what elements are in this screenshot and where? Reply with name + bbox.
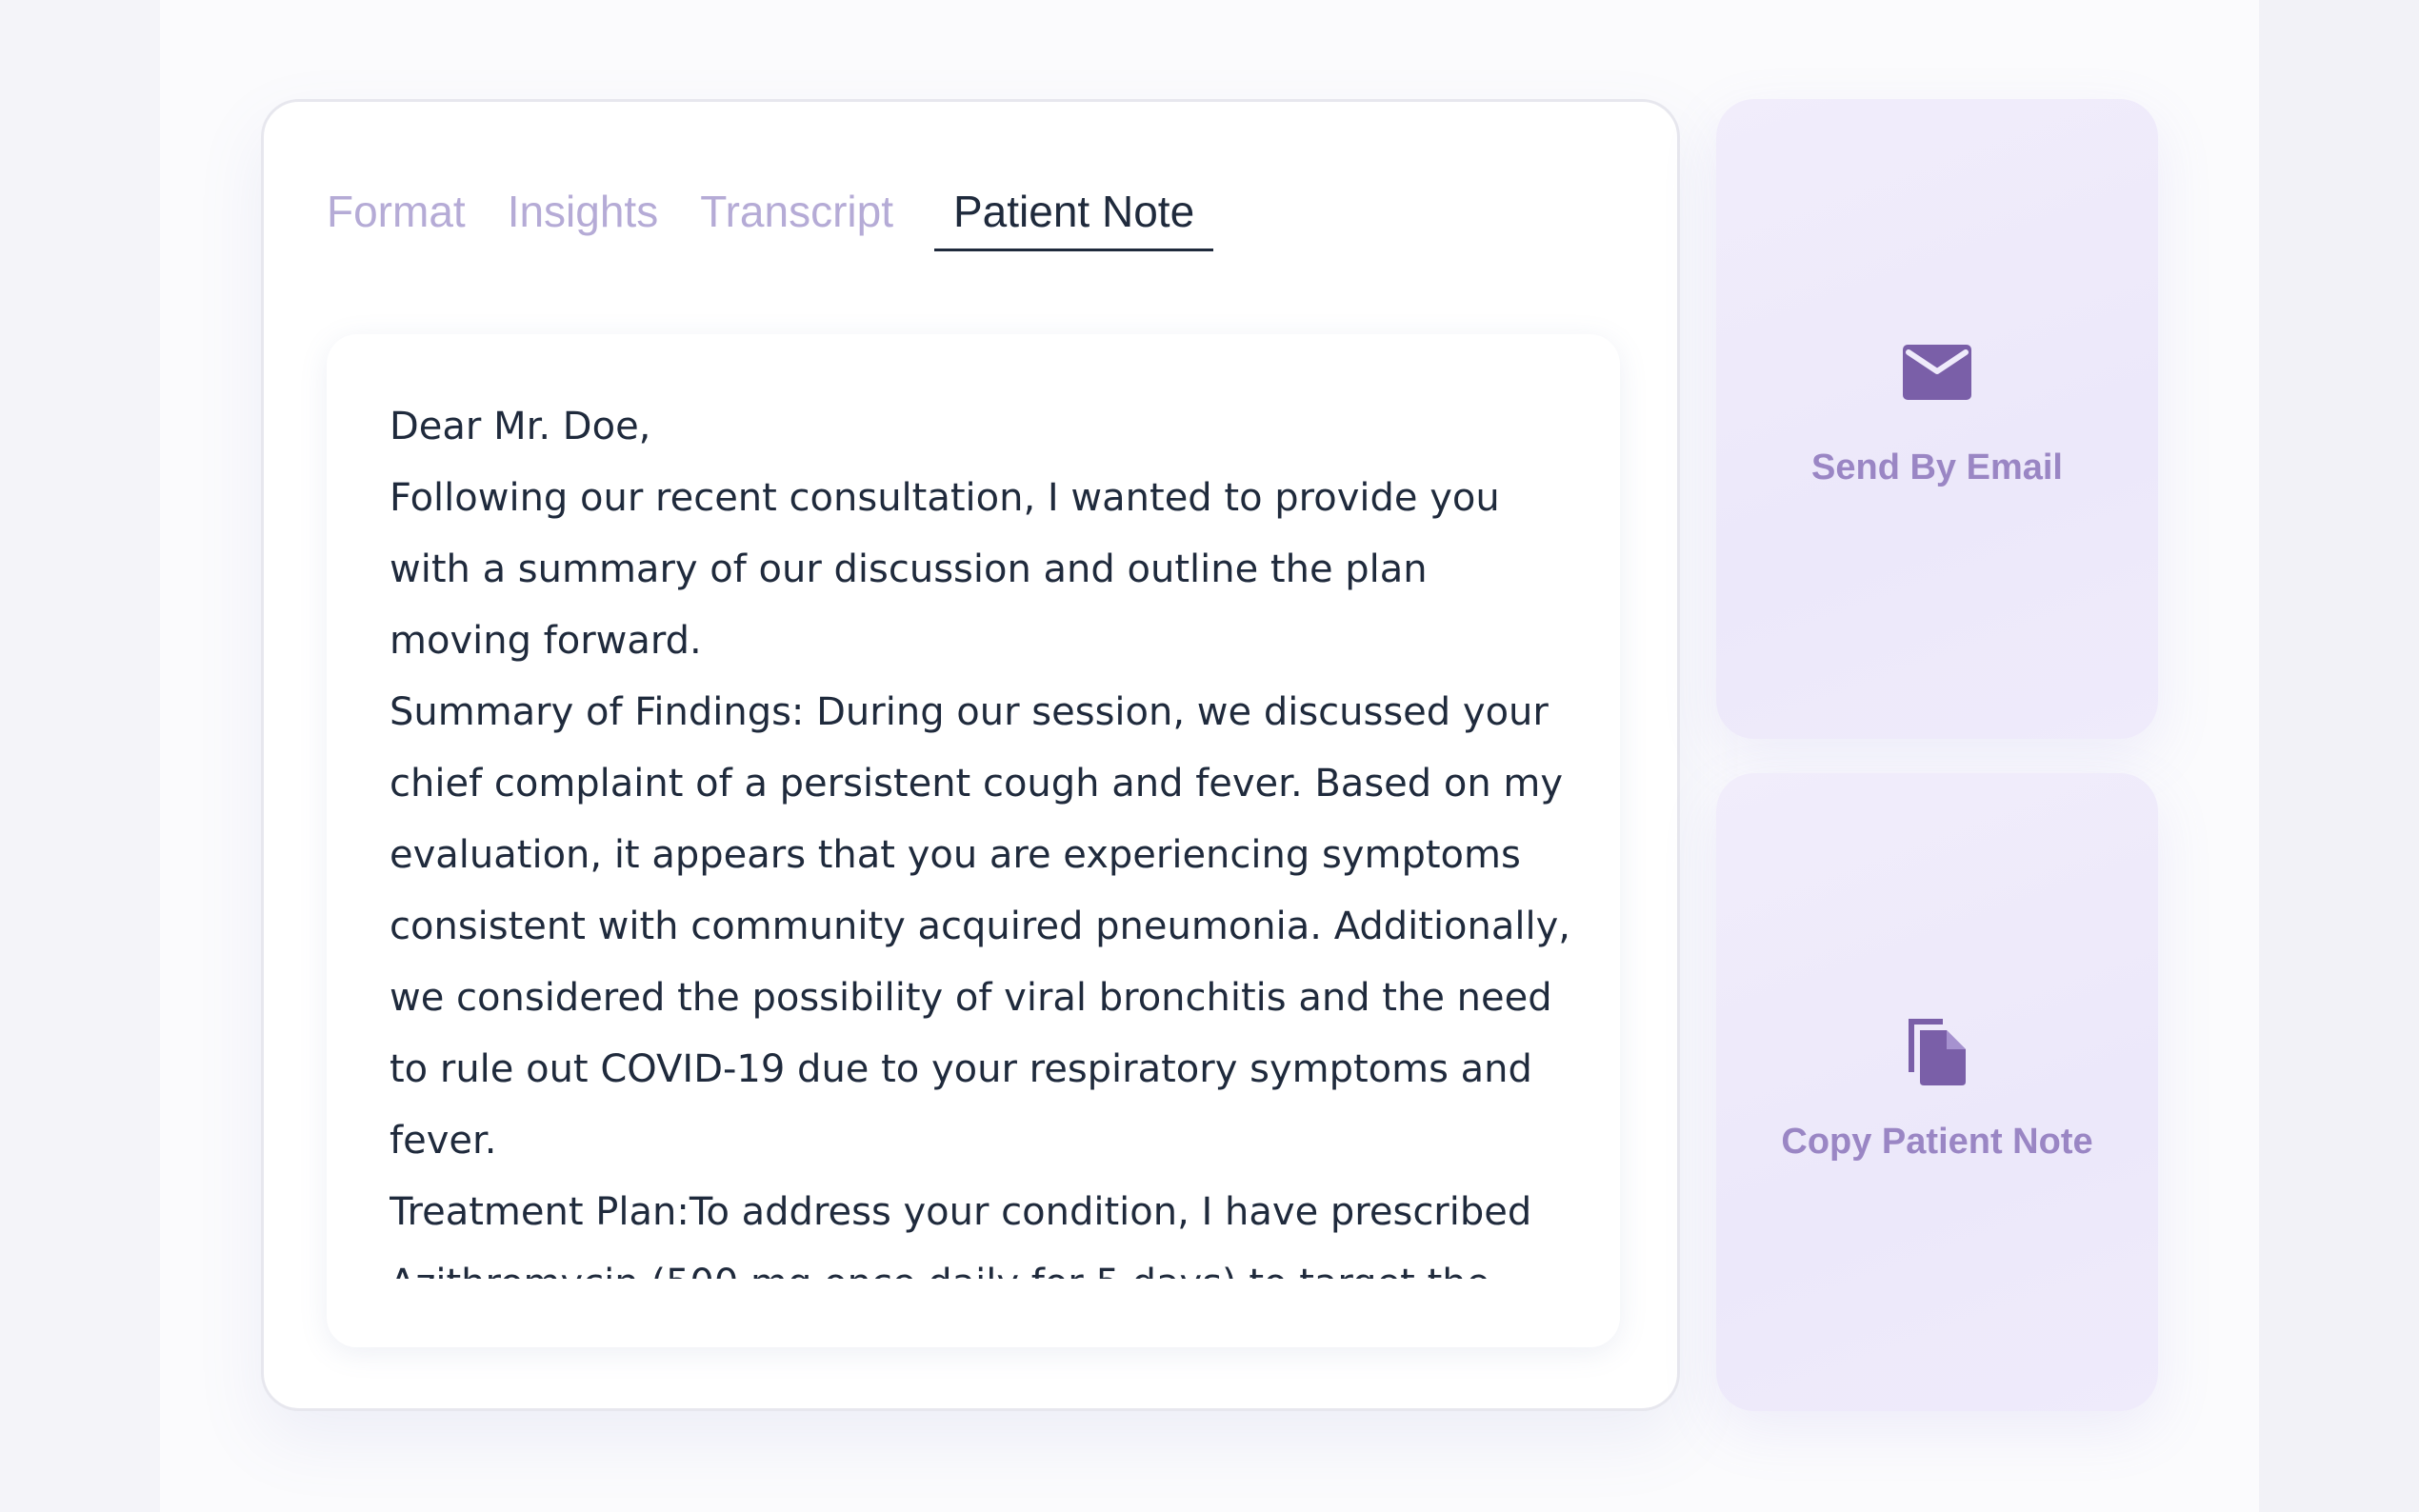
copy-icon <box>1905 1015 1969 1092</box>
patient-note-card: Format Insights Transcript Patient Note … <box>261 99 1680 1411</box>
send-by-email-button[interactable]: Send By Email <box>1716 99 2158 739</box>
mail-icon <box>1903 345 1971 405</box>
tab-transcript[interactable]: Transcript <box>700 186 893 249</box>
page-background: Format Insights Transcript Patient Note … <box>0 0 2419 1512</box>
send-by-email-label: Send By Email <box>1811 448 2063 487</box>
tab-insights[interactable]: Insights <box>508 186 659 249</box>
tab-bar: Format Insights Transcript Patient Note <box>327 186 1255 262</box>
tab-patient-note[interactable]: Patient Note <box>934 186 1214 251</box>
copy-patient-note-label: Copy Patient Note <box>1781 1122 2093 1162</box>
tab-format[interactable]: Format <box>327 186 466 249</box>
scroll-fade <box>327 1281 1620 1347</box>
patient-note-text: Dear Mr. Doe, Following our recent consu… <box>390 405 1570 1279</box>
copy-patient-note-button[interactable]: Copy Patient Note <box>1716 773 2158 1411</box>
right-sidebar-strip <box>2259 0 2419 1512</box>
patient-note-content[interactable]: Dear Mr. Doe, Following our recent consu… <box>327 334 1620 1347</box>
